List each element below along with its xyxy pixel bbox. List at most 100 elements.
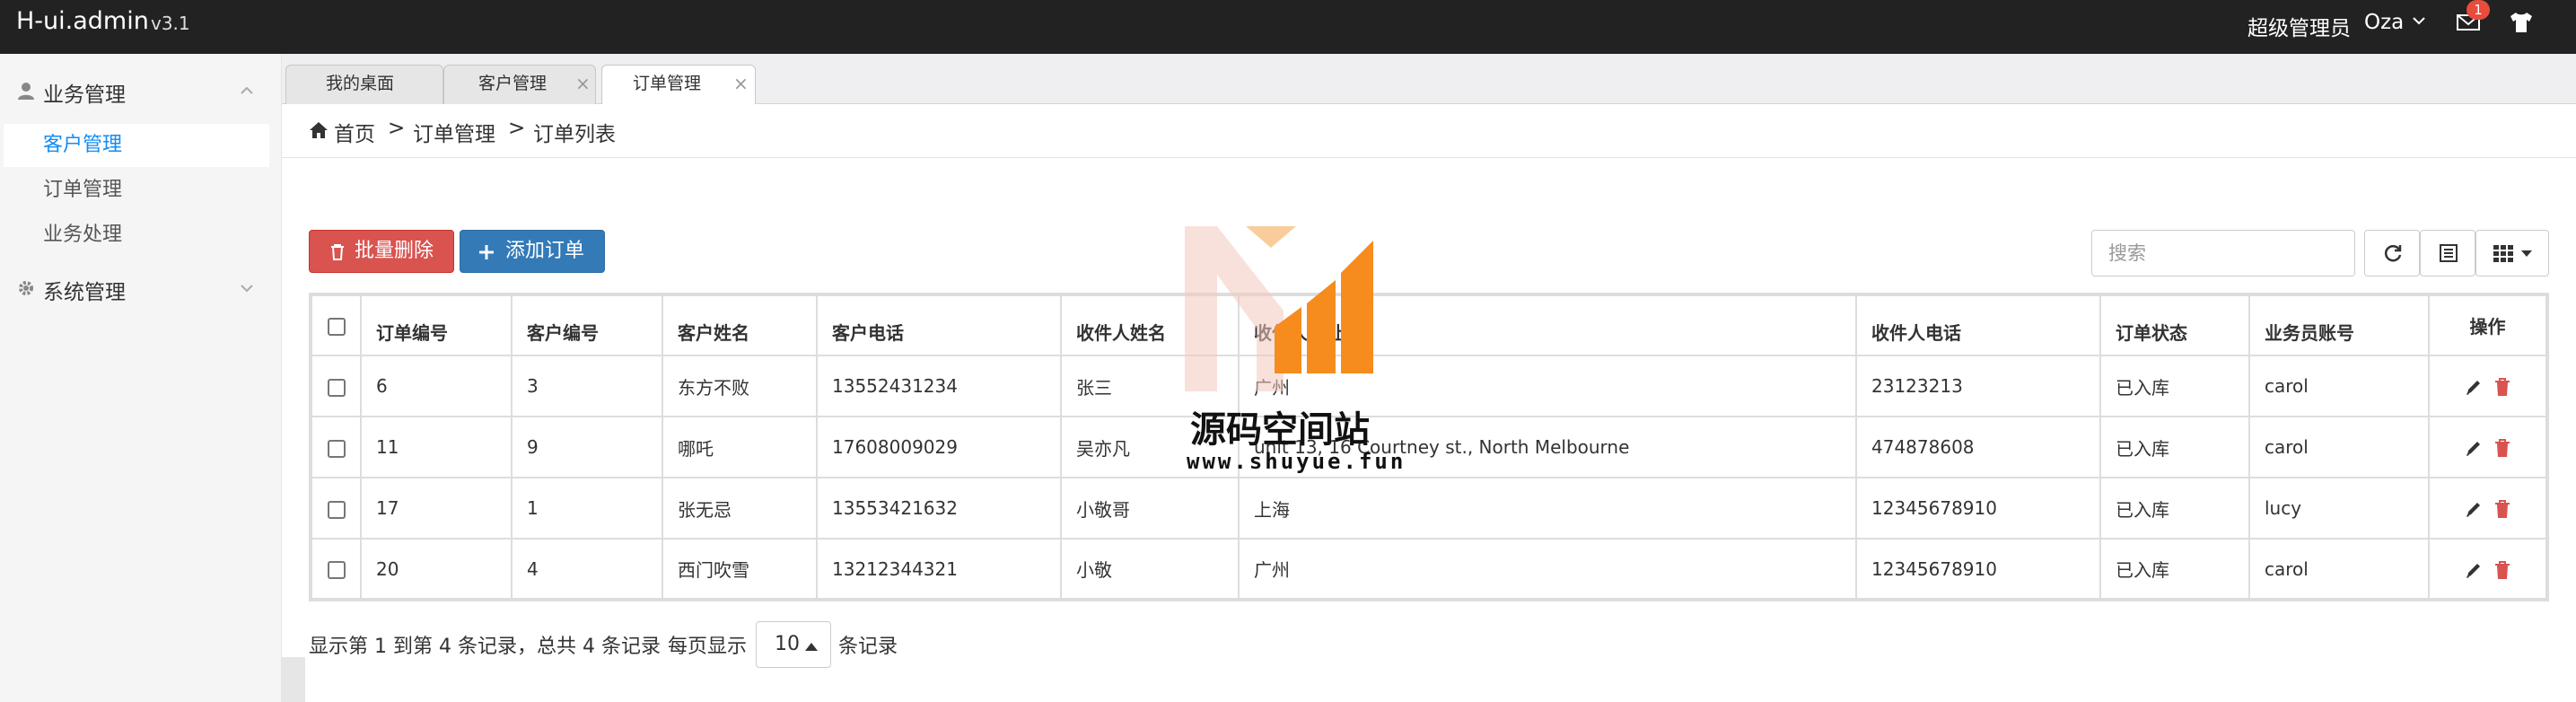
customer-id-cell: 4 (511, 538, 663, 601)
batch-delete-button[interactable]: 批量删除 (309, 230, 454, 273)
edit-icon[interactable] (2465, 499, 2483, 519)
page-size-label: 每页显示 (668, 636, 748, 658)
refresh-icon (2384, 245, 2402, 262)
tab-dashboard[interactable]: 我的桌面 (285, 65, 443, 104)
recipient-phone-cell: 12345678910 (1855, 477, 2101, 540)
column-header[interactable]: 订单编号 (360, 294, 513, 356)
row-select-cell (310, 477, 362, 540)
tab-label: 我的桌面 (326, 74, 395, 93)
column-header[interactable]: 客户编号 (511, 294, 663, 356)
tab-label: 订单管理 (633, 74, 702, 93)
recipient-address-cell: 上海 (1238, 477, 1857, 540)
customer-id-cell: 1 (511, 477, 663, 540)
customer-name-cell: 西门吹雪 (662, 538, 818, 601)
sidebar-item-orders[interactable]: 订单管理 (4, 169, 269, 212)
table-row: 20 4 西门吹雪 13212344321 小敬 广州 12345678910 … (310, 538, 2548, 601)
order-id-cell: 17 (360, 477, 513, 540)
watermark-title: 源码空间站 (1190, 409, 1370, 451)
order-id-cell: 11 (360, 416, 513, 478)
trash-icon (331, 244, 344, 260)
add-order-label: 添加订单 (505, 240, 585, 262)
tab-bar: 我的桌面 客户管理 × 订单管理 × (282, 54, 2576, 105)
recipient-name-cell: 小敬 (1060, 538, 1240, 601)
home-icon (310, 122, 328, 138)
list-icon (2440, 244, 2458, 262)
order-status-cell: 已入库 (2099, 477, 2250, 540)
batch-delete-label: 批量删除 (355, 240, 434, 262)
menu-group-system[interactable]: 系统管理 (0, 269, 282, 307)
table-row: 6 3 东方不败 13552431234 张三 广州 23123213 已入库 … (310, 355, 2548, 417)
customer-name-cell: 东方不败 (662, 355, 818, 417)
menu-group-label: 系统管理 (43, 281, 126, 304)
trash-icon[interactable] (2493, 438, 2511, 458)
search-input[interactable] (2091, 230, 2355, 276)
row-checkbox[interactable] (327, 439, 346, 458)
row-checkbox[interactable] (327, 500, 346, 519)
trash-icon[interactable] (2493, 499, 2511, 519)
order-status-cell: 已入库 (2099, 355, 2250, 417)
actions-cell (2428, 355, 2548, 417)
toggle-view-button[interactable] (2420, 230, 2475, 276)
row-checkbox[interactable] (327, 561, 346, 579)
table-header-row: 订单编号 客户编号 客户姓名 客户电话 收件人姓名 收件人地址 收件人电话 订单… (310, 294, 2548, 356)
chevron-down-icon[interactable] (2411, 13, 2427, 29)
tab-customers[interactable]: 客户管理 × (443, 65, 596, 104)
actions-cell (2428, 477, 2548, 540)
customer-name-cell: 哪吒 (662, 416, 818, 478)
edit-icon[interactable] (2465, 560, 2483, 580)
breadcrumb-home[interactable]: 首页 (334, 117, 375, 147)
order-status-cell: 已入库 (2099, 416, 2250, 478)
tshirt-icon[interactable] (2508, 11, 2535, 34)
salesperson-cell: lucy (2248, 477, 2430, 540)
actions-cell (2428, 538, 2548, 601)
column-header[interactable]: 收件人电话 (1855, 294, 2101, 356)
select-all-cell (310, 294, 362, 356)
select-all-checkbox[interactable] (327, 318, 346, 336)
close-icon[interactable]: × (733, 66, 749, 101)
sidebar-item-business-process[interactable]: 业务处理 (4, 214, 269, 257)
row-checkbox[interactable] (327, 378, 346, 397)
app-version: v3.1 (151, 13, 190, 34)
trash-icon[interactable] (2493, 560, 2511, 580)
customer-id-cell: 9 (511, 416, 663, 478)
column-header[interactable]: 业务员账号 (2248, 294, 2430, 356)
menu-group-business[interactable]: 业务管理 (0, 72, 282, 110)
app-brand[interactable]: H-ui.admin (16, 7, 149, 35)
columns-button[interactable] (2475, 230, 2549, 276)
page-size-select[interactable]: 10 (756, 621, 831, 668)
gear-icon (19, 281, 33, 295)
user-menu[interactable]: Oza (2364, 11, 2404, 34)
close-icon[interactable]: × (575, 66, 591, 101)
breadcrumb-orders[interactable]: 订单管理 (413, 117, 495, 147)
sidebar-collapse-handle[interactable] (282, 657, 305, 702)
column-header[interactable]: 订单状态 (2099, 294, 2250, 356)
breadcrumb-separator: > (508, 117, 526, 140)
column-header[interactable]: 客户电话 (816, 294, 1062, 356)
user-role: 超级管理员 (2247, 17, 2351, 40)
edit-icon[interactable] (2465, 438, 2483, 458)
pagination-info: 显示第 1 到第 4 条记录，总共 4 条记录 (309, 636, 661, 658)
breadcrumb-separator: > (388, 117, 406, 140)
refresh-button[interactable] (2364, 230, 2420, 276)
caret-down-icon (2521, 250, 2532, 257)
salesperson-cell: carol (2248, 538, 2430, 601)
tab-orders[interactable]: 订单管理 × (601, 65, 756, 105)
row-select-cell (310, 355, 362, 417)
column-header[interactable]: 客户姓名 (662, 294, 818, 356)
table-row: 11 9 哪吒 17608009029 吴亦凡 unit 13, 16 Cour… (310, 416, 2548, 478)
table-row: 17 1 张无忌 13553421632 小敬哥 上海 12345678910 … (310, 477, 2548, 540)
edit-icon[interactable] (2465, 377, 2483, 397)
add-order-button[interactable]: 添加订单 (460, 230, 605, 273)
grid-icon (2493, 245, 2513, 262)
breadcrumb-order-list: 订单列表 (533, 123, 616, 146)
actions-cell (2428, 416, 2548, 478)
order-id-cell: 6 (360, 355, 513, 417)
watermark-logo (1185, 226, 1373, 391)
caret-up-icon (805, 643, 818, 651)
trash-icon[interactable] (2493, 377, 2511, 397)
salesperson-cell: carol (2248, 355, 2430, 417)
sidebar-item-customers[interactable]: 客户管理 (4, 124, 269, 167)
top-navbar: H-ui.admin v3.1 超级管理员 Oza 1 (0, 0, 2576, 54)
plus-icon (479, 245, 494, 259)
order-table: 订单编号 客户编号 客户姓名 客户电话 收件人姓名 收件人地址 收件人电话 订单… (309, 293, 2549, 601)
